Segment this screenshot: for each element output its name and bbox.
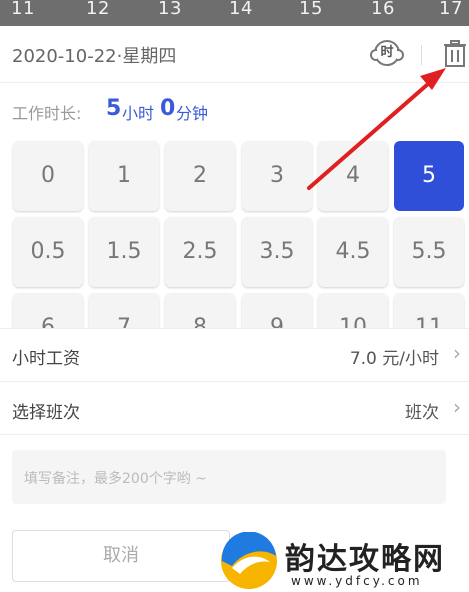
watermark-text: 韵达攻略网 (285, 542, 445, 577)
watermark-logo (221, 532, 277, 589)
watermark-url: www.ydfcy.com (291, 574, 423, 588)
annotation-arrow (307, 68, 446, 190)
